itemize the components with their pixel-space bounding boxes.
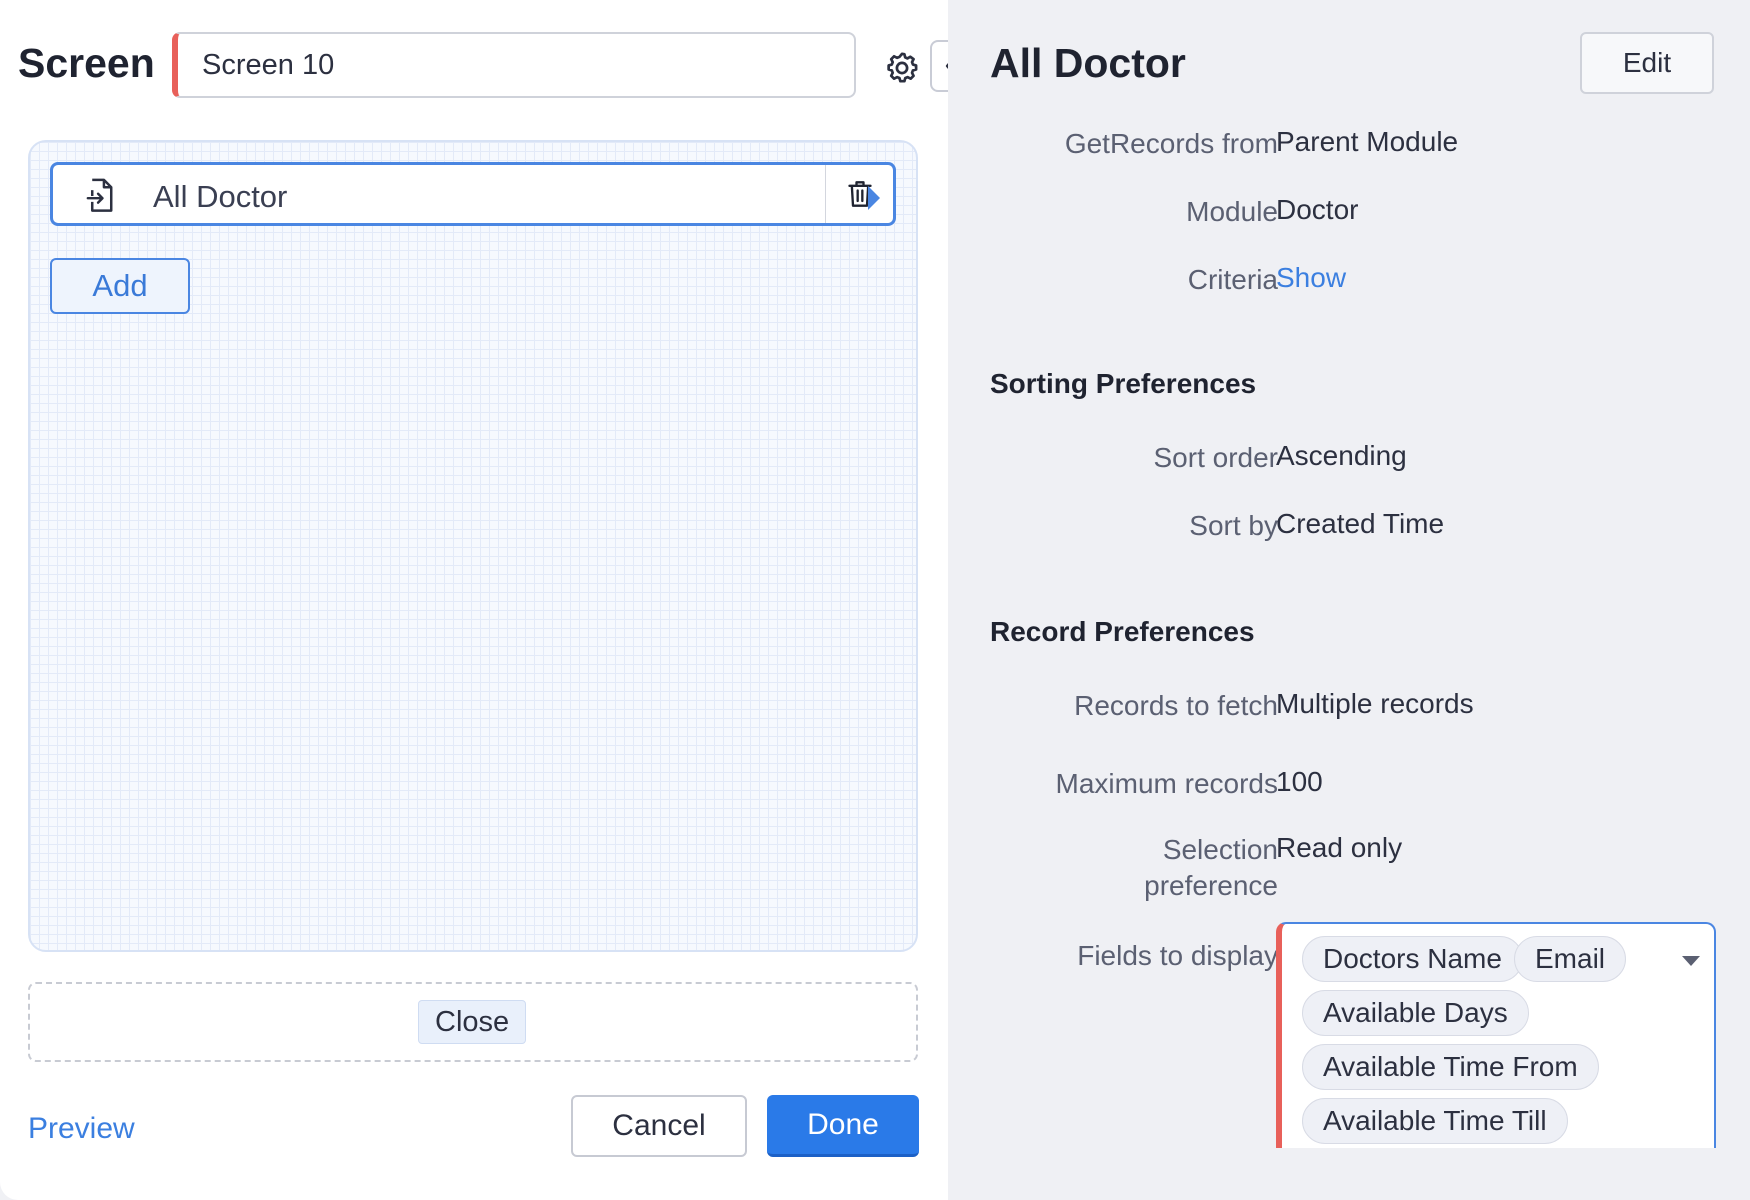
module-label: Module (1186, 196, 1278, 227)
records-to-fetch-label: Records to fetch (1074, 690, 1278, 721)
screen-name-input[interactable] (172, 32, 856, 98)
fields-to-display-multiselect[interactable]: Doctors Name Email Available Days Availa… (1276, 922, 1716, 1148)
add-component-button[interactable]: Add (50, 258, 190, 314)
document-import-icon (86, 178, 113, 212)
delete-component-button[interactable] (825, 165, 893, 223)
criteria-show-link[interactable]: Show (1276, 260, 1346, 296)
dropdown-caret-icon[interactable] (1682, 956, 1700, 966)
field-chip[interactable]: Available Time Till (1302, 1098, 1568, 1144)
getrecords-label: GetRecords from (1064, 128, 1278, 159)
preview-link[interactable]: Preview (28, 1112, 135, 1146)
selection-preference-label-line2: preference (1144, 870, 1278, 901)
gear-icon[interactable] (884, 50, 920, 86)
getrecords-value: Parent Module (1276, 126, 1459, 157)
field-chip[interactable]: Email (1514, 936, 1627, 982)
field-chip[interactable]: Doctors Name (1302, 936, 1523, 982)
sort-by-label: Sort by (1189, 510, 1278, 541)
properties-title: All Doctor (990, 40, 1186, 86)
module-value: Doctor (1276, 194, 1359, 225)
screen-title: Screen (18, 40, 155, 86)
selection-preference-label-line1: Selection (1162, 834, 1278, 865)
records-to-fetch-value: Multiple records (1276, 688, 1474, 719)
screen-canvas: All Doctor Add (28, 140, 918, 952)
record-section-title: Record Preferences (990, 616, 1255, 647)
maximum-records-label: Maximum records (1055, 768, 1278, 799)
sorting-section-title: Sorting Preferences (990, 368, 1257, 399)
fields-to-display-label: Fields to display (1077, 940, 1278, 971)
sort-order-value: Ascending (1276, 440, 1407, 471)
component-label: All Doctor (153, 179, 288, 214)
criteria-label: Criteria (1187, 264, 1278, 295)
selection-preference-value: Read only (1276, 832, 1403, 863)
sort-by-value: Created Time (1276, 508, 1445, 539)
cancel-button[interactable]: Cancel (571, 1095, 747, 1157)
done-button[interactable]: Done (767, 1095, 919, 1157)
sort-order-label: Sort order (1153, 442, 1279, 473)
properties-panel: All Doctor Edit GetRecords from Parent M… (948, 0, 1750, 1200)
footer-button-zone: Close (28, 982, 918, 1062)
field-chip[interactable]: Available Time From (1302, 1044, 1599, 1090)
close-button[interactable]: Close (418, 1000, 527, 1044)
edit-button[interactable]: Edit (1580, 32, 1714, 94)
field-chip[interactable]: Available Days (1302, 990, 1529, 1036)
maximum-records-value: 100 (1276, 766, 1323, 797)
selection-pointer (868, 186, 880, 210)
component-card[interactable]: All Doctor (50, 162, 896, 226)
screen-editor-panel: Screen All Doctor Add Close (0, 0, 970, 1200)
